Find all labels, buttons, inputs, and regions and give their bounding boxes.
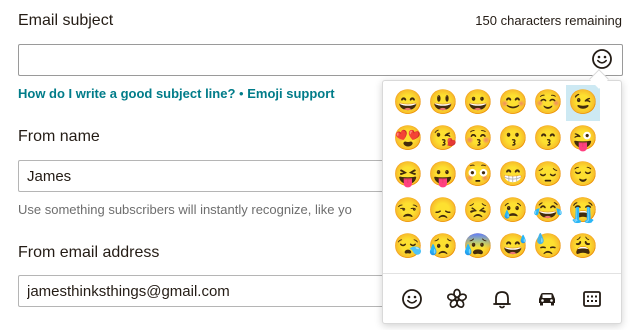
from-name-hint: Use something subscribers will instantly… <box>18 202 352 217</box>
emoji-picker-button[interactable] <box>590 47 614 71</box>
subject-help-links: How do I write a good subject line? • Em… <box>18 86 335 101</box>
smiley-icon <box>592 49 612 69</box>
symbols-icon <box>583 291 602 307</box>
emoji-grid: 😄 😃 😀 😊 ☺️ 😉 😍 😘 😚 😗 😙 😜 😝 😛 😳 😁 😔 😌 😒 😞 😣 😢 😂 😭 😪 😥 😰 😅 😓 😩 <box>391 85 611 273</box>
category-people-button[interactable] <box>397 284 427 314</box>
email-subject-input[interactable] <box>18 44 623 76</box>
emoji-option[interactable]: 😙 <box>531 121 565 157</box>
emoji-option[interactable]: 😌 <box>566 157 600 193</box>
category-objects-button[interactable] <box>487 284 517 314</box>
subject-line-help-link[interactable]: How do I write a good subject line? <box>18 86 235 101</box>
bell-icon <box>493 291 511 309</box>
emoji-category-bar <box>383 274 621 323</box>
emoji-option[interactable]: 😁 <box>496 157 530 193</box>
link-separator: • <box>239 86 244 101</box>
emoji-option[interactable]: 😜 <box>566 121 600 157</box>
car-icon <box>539 293 556 306</box>
flower-icon <box>446 288 467 308</box>
from-name-label: From name <box>18 128 100 145</box>
category-places-button[interactable] <box>532 284 562 314</box>
emoji-option[interactable]: 😅 <box>496 229 530 265</box>
emoji-option[interactable]: 😳 <box>461 157 495 193</box>
emoji-option[interactable]: ☺️ <box>531 85 565 121</box>
category-symbols-button[interactable] <box>577 284 607 314</box>
characters-remaining-counter: 150 characters remaining <box>475 13 622 28</box>
emoji-option[interactable]: 😢 <box>496 193 530 229</box>
emoji-option[interactable]: 😚 <box>461 121 495 157</box>
emoji-option[interactable]: 😔 <box>531 157 565 193</box>
emoji-option[interactable]: 😉 <box>566 85 600 121</box>
emoji-option[interactable]: 😩 <box>566 229 600 265</box>
emoji-option[interactable]: 😣 <box>461 193 495 229</box>
emoji-option[interactable]: 😥 <box>426 229 460 265</box>
emoji-support-link[interactable]: Emoji support <box>247 86 334 101</box>
emoji-option[interactable]: 😒 <box>391 193 425 229</box>
emoji-option[interactable]: 😛 <box>426 157 460 193</box>
emoji-option[interactable]: 😓 <box>531 229 565 265</box>
emoji-option[interactable]: 😪 <box>391 229 425 265</box>
emoji-option[interactable]: 😀 <box>461 85 495 121</box>
smiley-icon <box>401 289 422 309</box>
emoji-picker: 😄 😃 😀 😊 ☺️ 😉 😍 😘 😚 😗 😙 😜 😝 😛 😳 😁 😔 😌 😒 😞 😣 😢 😂 😭 😪 😥 😰 😅 😓 😩 <box>382 80 622 324</box>
emoji-option[interactable]: 😄 <box>391 85 425 121</box>
email-subject-label: Email subject <box>18 12 114 29</box>
emoji-option[interactable]: 😂 <box>531 193 565 229</box>
emoji-option[interactable]: 😃 <box>426 85 460 121</box>
emoji-option[interactable]: 😝 <box>391 157 425 193</box>
emoji-option[interactable]: 😗 <box>496 121 530 157</box>
emoji-option[interactable]: 😍 <box>391 121 425 157</box>
emoji-option[interactable]: 😞 <box>426 193 460 229</box>
emoji-option[interactable]: 😊 <box>496 85 530 121</box>
emoji-option[interactable]: 😰 <box>461 229 495 265</box>
from-email-label: From email address <box>18 244 160 261</box>
emoji-option[interactable]: 😭 <box>566 193 600 229</box>
emoji-option[interactable]: 😘 <box>426 121 460 157</box>
category-nature-button[interactable] <box>442 284 472 314</box>
